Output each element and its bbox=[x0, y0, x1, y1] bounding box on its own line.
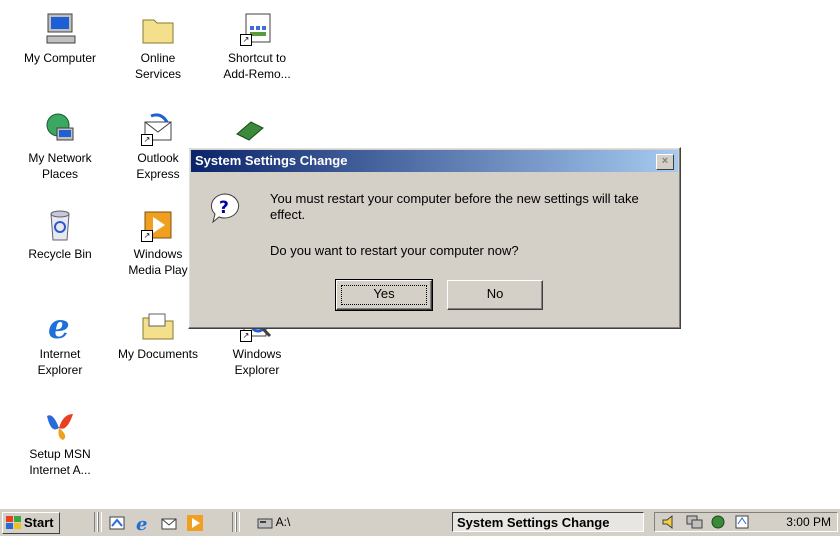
start-button[interactable]: Start bbox=[2, 512, 60, 534]
my-computer-icon bbox=[43, 12, 77, 46]
start-label: Start bbox=[24, 515, 54, 530]
media-player-icon: ↗ bbox=[141, 208, 175, 242]
active-task-label: System Settings Change bbox=[457, 515, 610, 530]
question-icon: ? bbox=[209, 192, 241, 224]
dialog-question: Do you want to restart your computer now… bbox=[270, 243, 519, 258]
desktop-icon-recycle-bin[interactable]: Recycle Bin bbox=[15, 208, 105, 262]
my-documents-icon bbox=[141, 308, 175, 342]
desktop-icon-msn[interactable]: Setup MSN Internet A... bbox=[15, 408, 105, 478]
recycle-bin-icon bbox=[43, 208, 77, 242]
clock[interactable]: 3:00 PM bbox=[786, 513, 831, 531]
desktop-icon-label: Internet Explorer bbox=[37, 347, 83, 377]
desktop-icon-add-remove[interactable]: ↗ Shortcut to Add-Remo... bbox=[212, 12, 302, 82]
desktop-icon-partial[interactable] bbox=[233, 112, 267, 146]
show-desktop-icon[interactable] bbox=[108, 514, 126, 532]
desktop-icon-label: Windows Explorer bbox=[232, 347, 282, 377]
system-tray: 3:00 PM bbox=[654, 512, 838, 532]
taskbar: Start e A:\ System Settings Change 3:00 … bbox=[0, 508, 840, 536]
volume-icon[interactable] bbox=[661, 514, 679, 530]
taskbar-separator bbox=[236, 512, 240, 532]
svg-text:e: e bbox=[136, 514, 147, 532]
desktop-app-icon bbox=[236, 121, 264, 141]
shortcut-arrow-icon: ↗ bbox=[240, 34, 252, 46]
desktop-icon-label: Recycle Bin bbox=[28, 247, 92, 261]
desktop-icon-online-services[interactable]: Online Services bbox=[113, 12, 203, 82]
desktop-icon-label: Online Services bbox=[134, 51, 181, 81]
media-player-icon[interactable] bbox=[186, 514, 204, 532]
task-button-system-settings-change[interactable]: System Settings Change bbox=[452, 512, 644, 532]
focus-rectangle bbox=[341, 285, 427, 305]
network-icon[interactable] bbox=[685, 514, 703, 530]
desktop-icon-label: Shortcut to Add-Remo... bbox=[223, 51, 291, 81]
desktop-icon-label: My Network Places bbox=[28, 151, 92, 181]
internet-explorer-icon[interactable]: e bbox=[134, 514, 152, 535]
desktop-icon-network-places[interactable]: My Network Places bbox=[15, 112, 105, 182]
tray-app-icon[interactable] bbox=[709, 514, 727, 530]
dialog-message: You must restart your computer before th… bbox=[270, 191, 639, 222]
shortcut-arrow-icon: ↗ bbox=[240, 330, 252, 342]
add-remove-programs-icon: ↗ bbox=[240, 12, 274, 46]
msn-icon bbox=[43, 408, 77, 442]
dialog-titlebar[interactable]: System Settings Change × bbox=[191, 150, 678, 172]
outlook-express-icon[interactable] bbox=[160, 514, 178, 532]
taskbar-separator bbox=[98, 512, 102, 532]
desktop-icon-label: Setup MSN Internet A... bbox=[29, 447, 91, 477]
yes-button[interactable]: Yes bbox=[335, 279, 433, 311]
dialog-title: System Settings Change bbox=[195, 153, 348, 168]
network-places-icon bbox=[43, 112, 77, 146]
desktop-icon-label: My Documents bbox=[117, 347, 199, 361]
no-button[interactable]: No bbox=[447, 280, 543, 310]
system-settings-change-dialog: System Settings Change × ? You must rest… bbox=[188, 147, 681, 329]
windows-logo-icon bbox=[6, 516, 21, 529]
desktop-icon-internet-explorer[interactable]: e Internet Explorer bbox=[15, 307, 105, 378]
svg-text:?: ? bbox=[219, 198, 229, 218]
scheduler-icon[interactable] bbox=[733, 514, 751, 530]
shortcut-arrow-icon: ↗ bbox=[141, 230, 153, 242]
close-button[interactable]: × bbox=[656, 154, 674, 170]
close-icon: × bbox=[661, 155, 669, 167]
task-a-label: A:\ bbox=[275, 515, 291, 529]
task-button-a-drive[interactable]: A:\ bbox=[257, 513, 290, 531]
shortcut-arrow-icon: ↗ bbox=[141, 134, 153, 146]
svg-text:e: e bbox=[48, 308, 70, 342]
outlook-express-icon: ↗ bbox=[141, 112, 175, 146]
no-button-label: No bbox=[486, 286, 504, 301]
desktop-icon-label: My Computer bbox=[23, 51, 97, 65]
folder-icon bbox=[141, 12, 175, 46]
floppy-drive-icon bbox=[257, 518, 273, 529]
desktop-icon-my-computer[interactable]: My Computer bbox=[15, 12, 105, 66]
internet-explorer-icon: e bbox=[43, 307, 77, 347]
